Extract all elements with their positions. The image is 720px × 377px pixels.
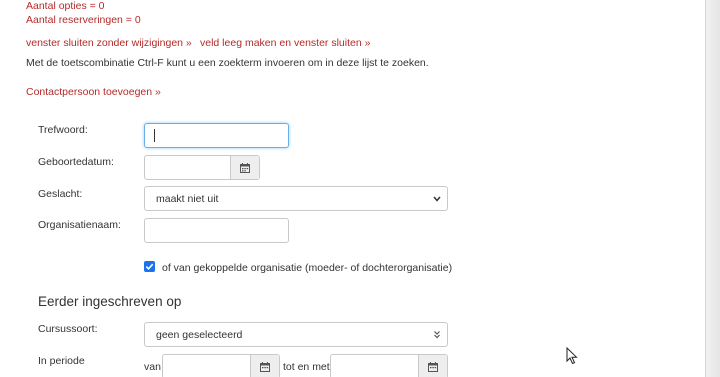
period-to-field[interactable] [330,354,448,377]
birthdate-field[interactable] [144,155,260,180]
keyword-input[interactable] [144,123,289,148]
organisation-input[interactable] [144,218,289,243]
linked-organisation-checkbox[interactable] [144,261,155,272]
calendar-icon [260,361,270,372]
period-from-calendar-button[interactable] [250,355,279,377]
add-contact-link[interactable]: Contactpersoon toevoegen » [26,86,161,98]
period-from-label: van [144,361,161,373]
text-caret [154,129,155,142]
period-to-label: tot en met [283,361,330,373]
organisation-label: Organisatienaam: [38,219,121,231]
search-hint-text: Met de toetscombinatie Ctrl-F kunt u een… [26,57,429,69]
gender-label: Geslacht: [38,188,83,200]
period-from-field[interactable] [162,354,280,377]
gender-select[interactable]: maakt niet uit [144,186,448,211]
mouse-pointer-icon [566,347,578,365]
course-type-select-value: geen geselecteerd [156,328,243,341]
previously-enrolled-heading: Eerder ingeschreven op [38,294,182,309]
course-type-select[interactable]: geen geselecteerd [144,322,448,347]
gender-select-value: maakt niet uit [156,192,219,205]
search-dialog: Aantal opties = 0 Aantal reserveringen =… [0,0,720,377]
keyword-label: Trefwoord: [38,124,88,136]
chevron-down-icon [433,196,441,202]
period-to-calendar-button[interactable] [418,355,447,377]
birthdate-calendar-button[interactable] [230,156,259,179]
close-without-changes-link[interactable]: venster sluiten zonder wijzigingen » [26,37,192,49]
clear-and-close-link[interactable]: veld leeg maken en venster sluiten » [200,37,370,49]
check-icon [145,263,154,270]
options-count: Aantal opties = 0 [26,0,105,12]
linked-organisation-label: of van gekoppelde organisatie (moeder- o… [162,262,453,274]
calendar-icon [428,361,438,372]
calendar-icon [240,162,250,173]
period-label: In periode [38,355,85,367]
window-edge [705,0,720,377]
birthdate-label: Geboortedatum: [38,156,114,168]
double-chevron-icon [434,330,440,338]
reservations-count: Aantal reserveringen = 0 [26,14,141,26]
course-type-label: Cursussoort: [38,323,98,335]
